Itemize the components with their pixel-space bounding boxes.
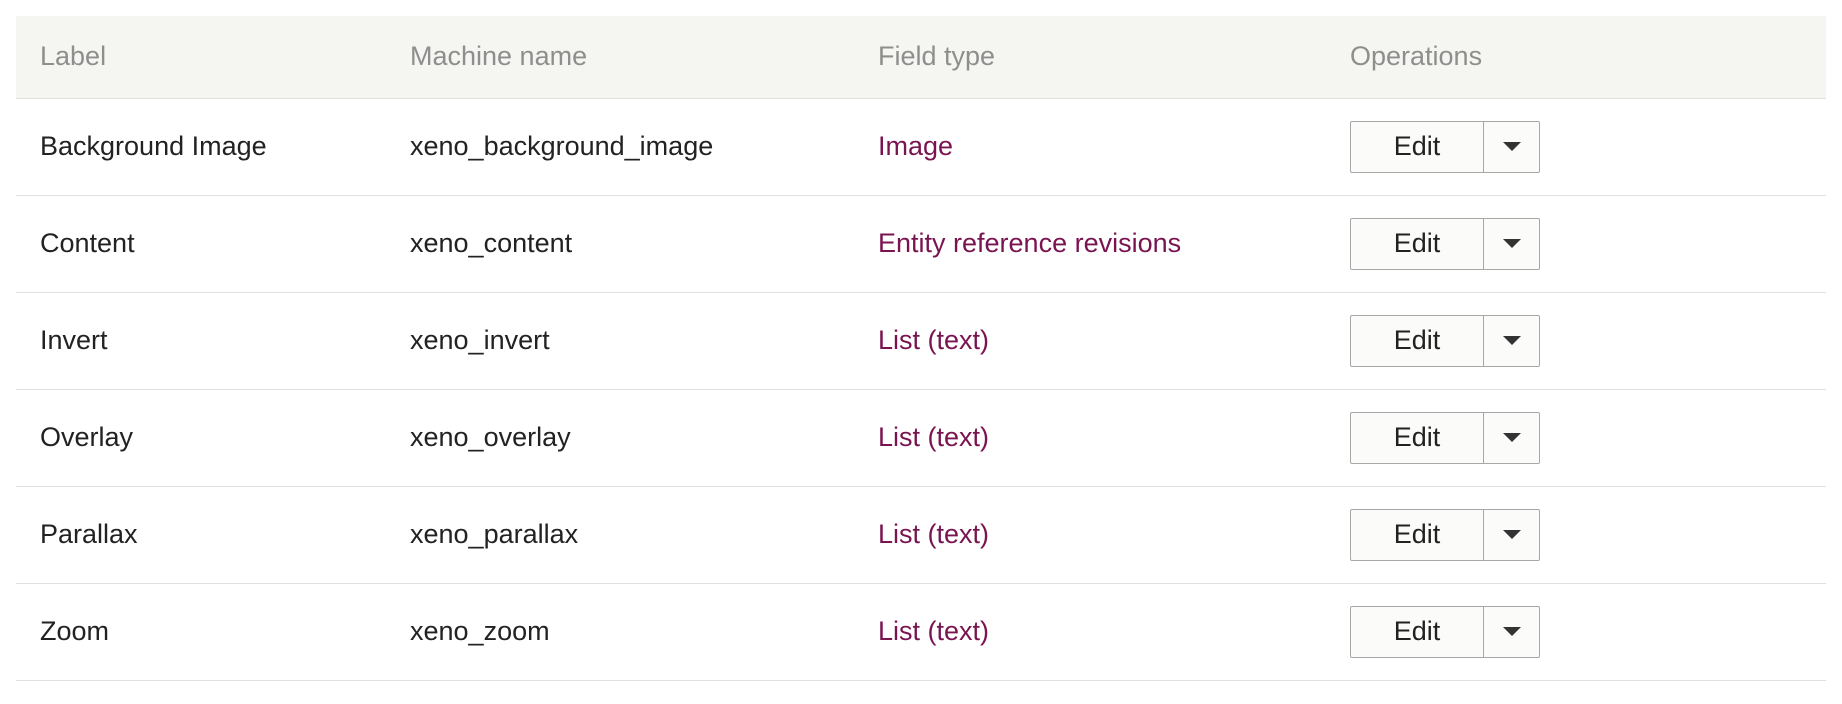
header-field-type: Field type [854,16,1326,99]
label-cell: Invert [16,292,386,390]
operations-dropbutton: Edit [1350,120,1540,173]
machine-name-cell: xeno_overlay [386,389,854,487]
caret-down-icon [1502,336,1521,345]
edit-button[interactable]: Edit [1351,510,1483,560]
table-row: Background Image xeno_background_image I… [16,98,1826,196]
caret-down-icon [1502,433,1521,442]
operations-cell: Edit [1326,583,1826,681]
machine-name-cell: xeno_content [386,195,854,293]
operations-cell: Edit [1326,292,1826,390]
machine-name-cell: xeno_zoom [386,583,854,681]
operations-dropbutton: Edit [1350,217,1540,270]
header-machine-name: Machine name [386,16,854,99]
machine-name-cell: xeno_background_image [386,98,854,196]
field-type-link[interactable]: List (text) [878,422,989,452]
field-type-link[interactable]: List (text) [878,616,989,646]
field-type-cell: List (text) [854,292,1326,390]
table-row: Invert xeno_invert List (text) Edit [16,292,1826,390]
field-type-cell: Image [854,98,1326,196]
caret-down-icon [1502,530,1521,539]
caret-down-icon [1502,239,1521,248]
machine-name-cell: xeno_parallax [386,486,854,584]
field-type-link[interactable]: List (text) [878,519,989,549]
label-cell: Overlay [16,389,386,487]
header-row: Label Machine name Field type Operations [16,16,1826,99]
label-cell: Parallax [16,486,386,584]
table-row: Parallax xeno_parallax List (text) Edit [16,486,1826,584]
operations-dropbutton: Edit [1350,411,1540,464]
table-body: Background Image xeno_background_image I… [16,98,1826,681]
machine-name-cell: xeno_invert [386,292,854,390]
field-type-link[interactable]: List (text) [878,325,989,355]
table-header: Label Machine name Field type Operations [16,16,1826,99]
operations-toggle-button[interactable] [1483,121,1539,172]
edit-button[interactable]: Edit [1351,607,1483,657]
operations-toggle-button[interactable] [1483,315,1539,366]
caret-down-icon [1502,142,1521,151]
operations-toggle-button[interactable] [1483,412,1539,463]
header-label: Label [16,16,386,99]
field-type-cell: Entity reference revisions [854,195,1326,293]
operations-dropbutton: Edit [1350,605,1540,658]
field-type-cell: List (text) [854,583,1326,681]
field-type-cell: List (text) [854,486,1326,584]
edit-button[interactable]: Edit [1351,413,1483,463]
field-type-link[interactable]: Entity reference revisions [878,228,1181,258]
table-row: Content xeno_content Entity reference re… [16,195,1826,293]
operations-dropbutton: Edit [1350,508,1540,561]
operations-cell: Edit [1326,389,1826,487]
edit-button[interactable]: Edit [1351,219,1483,269]
fields-table: Label Machine name Field type Operations… [16,16,1826,681]
caret-down-icon [1502,627,1521,636]
header-operations: Operations [1326,16,1826,99]
operations-toggle-button[interactable] [1483,218,1539,269]
edit-button[interactable]: Edit [1351,316,1483,366]
edit-button[interactable]: Edit [1351,122,1483,172]
label-cell: Background Image [16,98,386,196]
field-type-link[interactable]: Image [878,131,953,161]
operations-toggle-button[interactable] [1483,509,1539,560]
table-row: Overlay xeno_overlay List (text) Edit [16,389,1826,487]
operations-cell: Edit [1326,486,1826,584]
label-cell: Zoom [16,583,386,681]
operations-toggle-button[interactable] [1483,606,1539,657]
field-type-cell: List (text) [854,389,1326,487]
operations-dropbutton: Edit [1350,314,1540,367]
operations-cell: Edit [1326,98,1826,196]
operations-cell: Edit [1326,195,1826,293]
table-row: Zoom xeno_zoom List (text) Edit [16,583,1826,681]
label-cell: Content [16,195,386,293]
